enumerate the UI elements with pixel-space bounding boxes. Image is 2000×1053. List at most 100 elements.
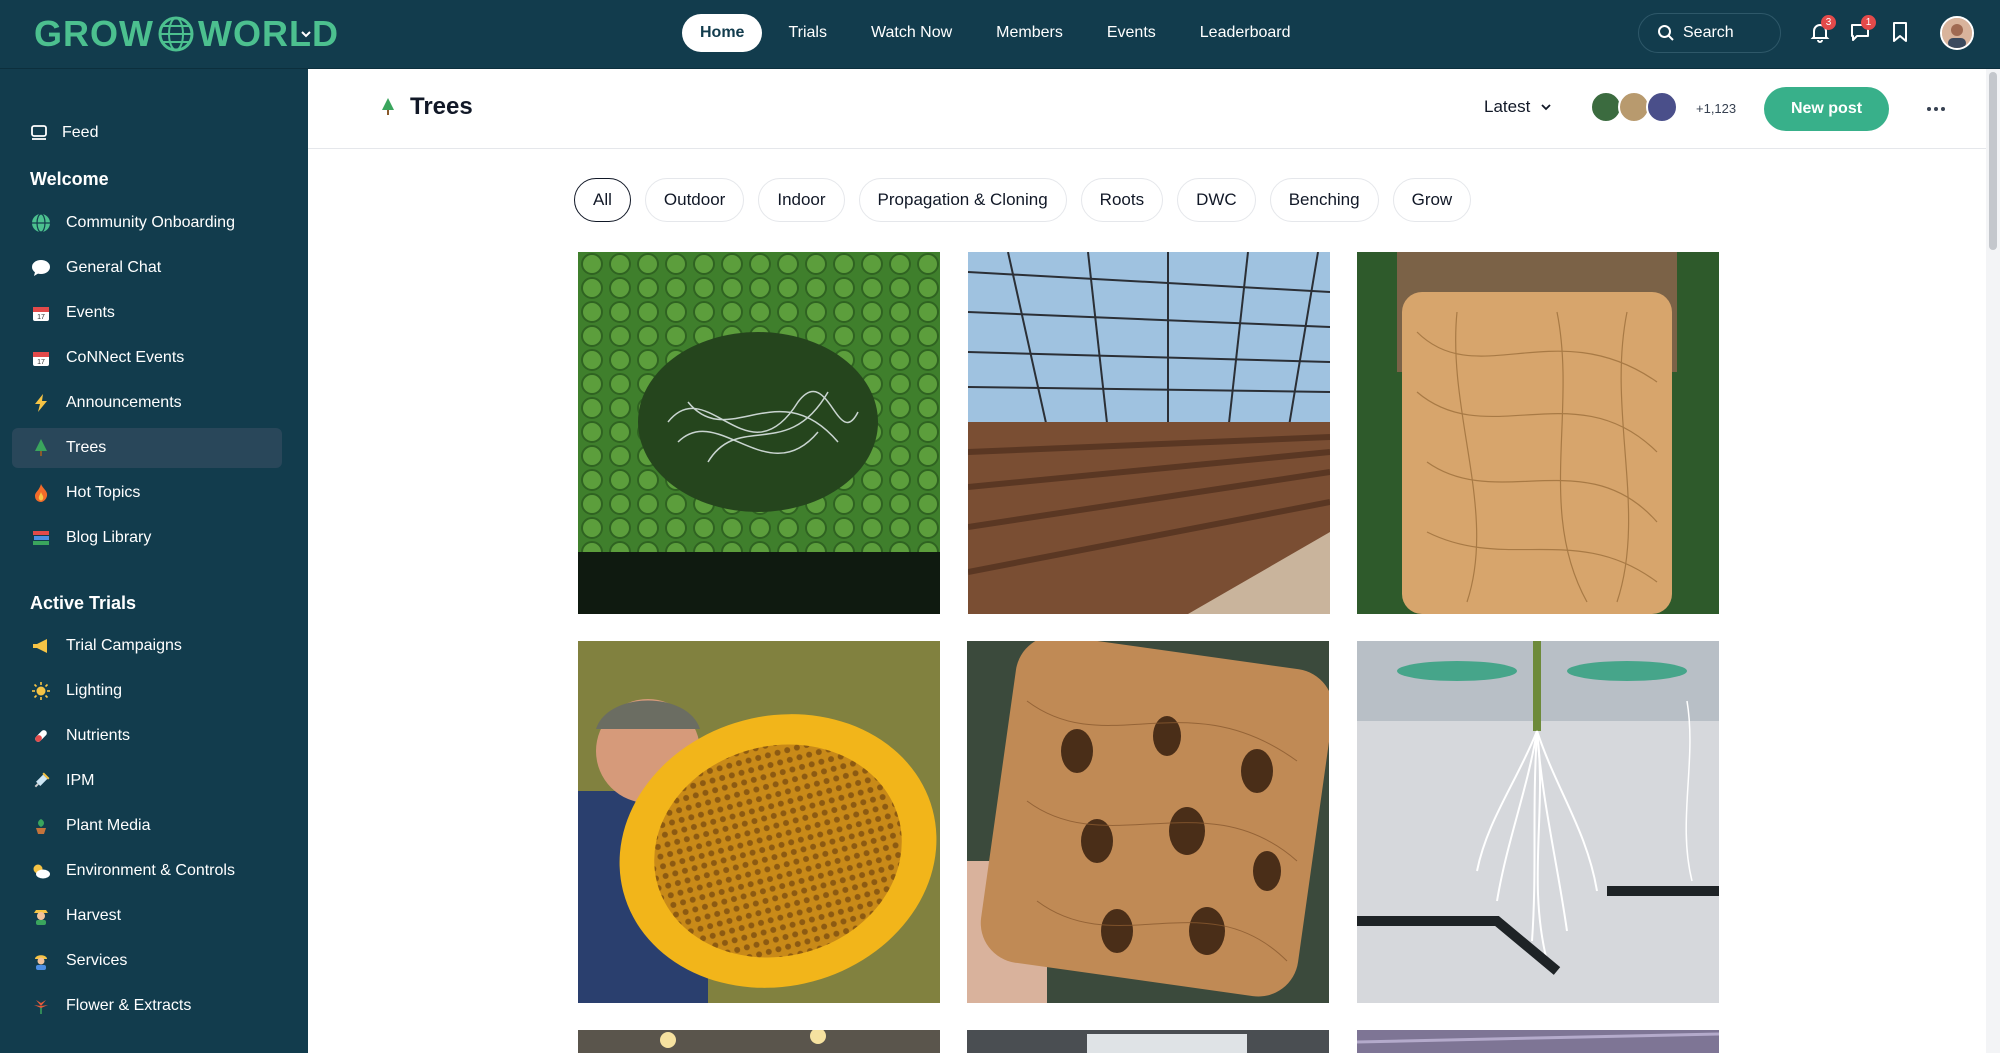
sidebar-item-label: Feed (62, 124, 99, 141)
post-image-row3-2[interactable] (967, 1030, 1329, 1053)
nav-watch-now[interactable]: Watch Now (853, 14, 970, 52)
welcome-heading: Welcome (30, 169, 109, 189)
sidebar-item-label: Lighting (66, 682, 123, 699)
sidebar-item-trees[interactable]: Trees (12, 428, 282, 468)
worker-icon (30, 950, 52, 972)
active-trials-heading: Active Trials (30, 593, 137, 613)
syringe-icon (30, 770, 52, 792)
filter-benching[interactable]: Benching (1269, 178, 1379, 222)
nav-leaderboard[interactable]: Leaderboard (1182, 14, 1309, 52)
avatar (1646, 91, 1678, 123)
sidebar-item-connect-events[interactable]: 17 CoNNect Events (12, 338, 282, 378)
post-image-root-cube-green[interactable] (578, 252, 940, 614)
search-icon (1658, 25, 1674, 41)
svg-text:17: 17 (37, 314, 45, 321)
pill-icon (30, 725, 52, 747)
more-options-icon[interactable] (1924, 99, 1948, 119)
search-label: Search (1683, 24, 1734, 41)
new-post-button[interactable]: New post (1764, 87, 1889, 131)
filter-outdoor[interactable]: Outdoor (644, 178, 745, 222)
sidebar-item-plant-media[interactable]: Plant Media (12, 806, 282, 846)
scrollbar-thumb[interactable] (1989, 72, 1997, 250)
page-title: Trees (380, 93, 473, 121)
filter-dwc[interactable]: DWC (1177, 178, 1256, 222)
post-image-row3-1[interactable] (578, 1030, 940, 1053)
sidebar-item-environment-controls[interactable]: Environment & Controls (12, 851, 282, 891)
sidebar-item-blog-library[interactable]: Blog Library (12, 518, 282, 558)
calendar-icon: 17 (30, 347, 52, 369)
post-image-root-mat[interactable] (1357, 252, 1719, 614)
nav-trials[interactable]: Trials (770, 14, 845, 52)
brand-name-left: GROW (34, 13, 154, 54)
sun-cloud-icon (30, 860, 52, 882)
post-image-row3-3[interactable] (1357, 1030, 1719, 1053)
sidebar-item-label: Trees (66, 439, 107, 456)
sidebar-item-label: Flower & Extracts (66, 997, 192, 1014)
globe-icon (30, 212, 52, 234)
sidebar-item-services[interactable]: Services (12, 941, 282, 981)
leaf-icon (30, 995, 52, 1017)
megaphone-icon (30, 635, 52, 657)
sidebar-item-harvest[interactable]: Harvest (12, 896, 282, 936)
sun-icon (30, 680, 52, 702)
sidebar-item-label: Hot Topics (66, 484, 141, 501)
brand-logo[interactable]: GROW WORLD (34, 13, 339, 54)
sidebar-item-general-chat[interactable]: General Chat (12, 248, 282, 288)
sidebar-item-label: Community Onboarding (66, 214, 235, 231)
sort-label: Latest (1484, 97, 1531, 116)
sidebar-item-hot-topics[interactable]: Hot Topics (12, 473, 282, 513)
sort-dropdown[interactable]: Latest (1484, 97, 1552, 117)
books-icon (30, 527, 52, 549)
sidebar-item-community-onboarding[interactable]: Community Onboarding (12, 203, 282, 243)
filter-grow[interactable]: Grow (1392, 178, 1472, 222)
brand-name-right: WORLD (197, 13, 339, 54)
farmer-icon (30, 905, 52, 927)
sidebar-item-lighting[interactable]: Lighting (12, 671, 282, 711)
potted-plant-icon (30, 815, 52, 837)
sidebar-item-label: CoNNect Events (66, 349, 185, 366)
sidebar-item-trial-campaigns[interactable]: Trial Campaigns (12, 626, 282, 666)
filter-all[interactable]: All (574, 178, 631, 222)
sidebar-item-label: Trial Campaigns (66, 637, 182, 654)
sidebar-item-label: Environment & Controls (66, 862, 235, 879)
chevron-down-icon[interactable] (298, 26, 314, 42)
nav-home[interactable]: Home (682, 14, 763, 52)
sidebar-item-announcements[interactable]: Announcements (12, 383, 282, 423)
filter-roots[interactable]: Roots (1080, 178, 1164, 222)
filter-indoor[interactable]: Indoor (758, 178, 845, 222)
sidebar-item-events[interactable]: 17 Events (12, 293, 282, 333)
filter-propagation-cloning[interactable]: Propagation & Cloning (858, 178, 1067, 222)
calendar-icon: 17 (30, 302, 52, 324)
sidebar-item-ipm[interactable]: IPM (12, 761, 282, 801)
sidebar-item-flower-extracts[interactable]: Flower & Extracts (12, 986, 282, 1026)
speech-bubble-icon (30, 257, 52, 279)
sidebar-item-label: Services (66, 952, 128, 969)
sidebar-item-label: Events (66, 304, 115, 321)
nav-members[interactable]: Members (978, 14, 1081, 52)
member-avatars[interactable] (1590, 91, 1678, 123)
post-image-root-block[interactable] (967, 641, 1329, 1003)
post-image-clone-roots[interactable] (1357, 641, 1719, 1003)
member-count[interactable]: +1,123 (1696, 101, 1736, 116)
post-image-sunflower[interactable] (578, 641, 940, 1003)
post-image-greenhouse[interactable] (968, 252, 1330, 614)
sidebar-item-label: IPM (66, 772, 95, 789)
page-title-text: Trees (410, 93, 473, 120)
lightning-icon (30, 392, 52, 414)
bookmark-icon[interactable] (1888, 20, 1912, 44)
sidebar-item-label: General Chat (66, 259, 162, 276)
sidebar-item-feed[interactable]: Feed (12, 113, 282, 153)
tree-icon (382, 98, 394, 115)
user-avatar[interactable] (1940, 16, 1974, 50)
sidebar-item-label: Blog Library (66, 529, 152, 546)
tree-icon (30, 437, 52, 459)
globe-icon (158, 16, 194, 52)
nav-events[interactable]: Events (1089, 14, 1174, 52)
notifications-badge: 3 (1821, 15, 1836, 30)
sidebar-item-nutrients[interactable]: Nutrients (12, 716, 282, 756)
main-nav: Home Trials Watch Now Members Events Lea… (682, 14, 1317, 52)
search-button[interactable]: Search (1638, 13, 1781, 53)
svg-text:17: 17 (37, 359, 45, 366)
filter-chips: All Outdoor Indoor Propagation & Cloning… (574, 178, 1485, 222)
chevron-down-icon (1541, 104, 1551, 111)
